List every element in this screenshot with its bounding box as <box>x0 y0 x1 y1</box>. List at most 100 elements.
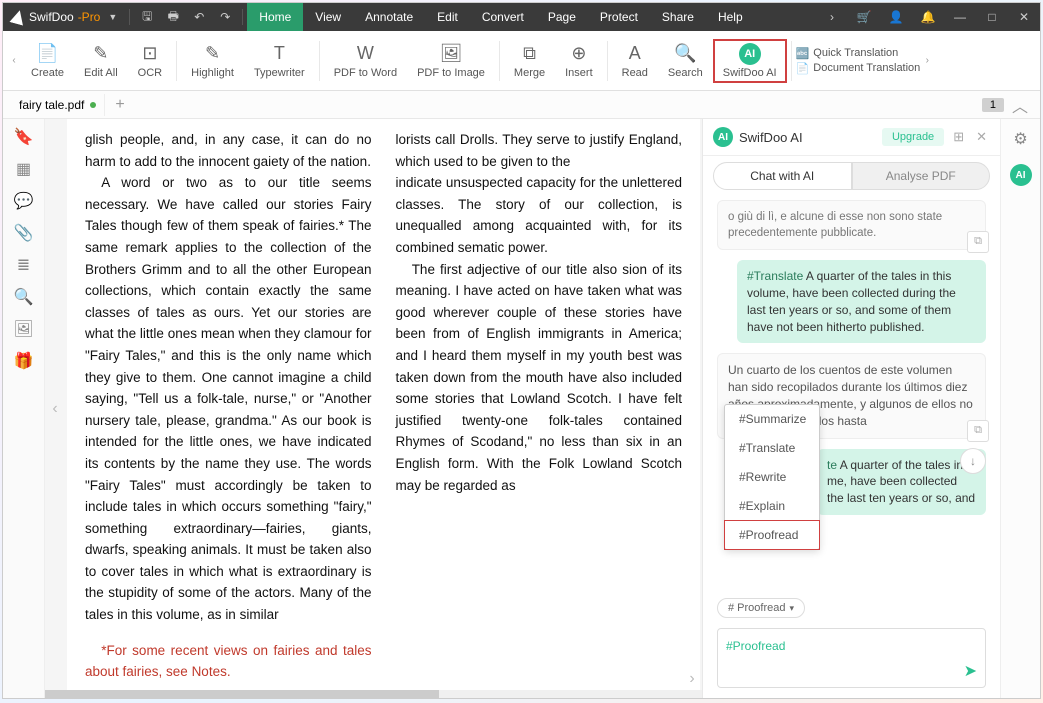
ribbon-next[interactable]: › <box>920 55 934 66</box>
upgrade-button[interactable]: Upgrade <box>882 128 944 146</box>
text-fragment: glish people, and, in any case, it can d… <box>85 129 372 172</box>
ribbon-swifdoo-ai[interactable]: AISwifDoo AI <box>713 39 787 83</box>
menu-view[interactable]: View <box>303 3 353 31</box>
menu-home[interactable]: Home <box>247 3 303 31</box>
bell-icon[interactable]: 🔔 <box>912 10 944 24</box>
insert-icon: ⊕ <box>568 43 590 65</box>
tabbar: fairy tale.pdf + 1 ︿ <box>3 91 1040 119</box>
close-icon[interactable]: ✕ <box>1008 10 1040 24</box>
chip-proofread[interactable]: # Proofread▾ <box>717 598 805 618</box>
pin-icon[interactable]: ⊞ <box>950 129 967 145</box>
ribbon-insert[interactable]: ⊕Insert <box>555 39 603 83</box>
ribbon-highlight[interactable]: ✎Highlight <box>181 39 244 83</box>
chat-input[interactable]: #Proofread ➤ <box>717 628 986 688</box>
user-icon[interactable]: 👤 <box>880 10 912 24</box>
thumbnails-icon[interactable]: ▦ <box>14 159 34 179</box>
dropdown-item-summarize[interactable]: #Summarize <box>725 405 819 434</box>
cart-icon[interactable]: 🛒 <box>848 10 880 24</box>
tab-analyse-pdf[interactable]: Analyse PDF <box>852 162 991 190</box>
ai-tabs: Chat with AI Analyse PDF <box>703 156 1000 196</box>
bookmark-icon[interactable]: 🔖 <box>14 127 34 147</box>
menu-help[interactable]: Help <box>706 3 755 31</box>
page-next[interactable]: › <box>682 670 702 688</box>
tab-chat-with-ai[interactable]: Chat with AI <box>713 162 852 190</box>
ribbon-typewriter[interactable]: TTypewriter <box>244 39 315 83</box>
image-sidebar-icon[interactable]: 🖼 <box>14 319 34 339</box>
menu-protect[interactable]: Protect <box>588 3 650 31</box>
ribbon-pdf-to-word[interactable]: WPDF to Word <box>324 39 407 83</box>
dropdown-item-translate[interactable]: #Translate <box>725 434 819 463</box>
gift-icon[interactable]: 🎁 <box>14 351 34 371</box>
dropdown-item-explain[interactable]: #Explain <box>725 492 819 521</box>
message-tag: #Translate <box>747 269 803 283</box>
collapse-ribbon-icon[interactable]: ︿ <box>1008 93 1032 117</box>
ai-logo-icon: AI <box>713 127 733 147</box>
document-translation[interactable]: 📄Document Translation <box>796 62 921 75</box>
dropdown-item-rewrite[interactable]: #Rewrite <box>725 463 819 492</box>
save-icon[interactable]: 🖫 <box>134 7 160 28</box>
chat-message-bot: Un cuarto de los cuentos de este volumen… <box>717 353 986 438</box>
page-prev[interactable]: ‹ <box>45 119 65 698</box>
chat-area: o giù di lì, e alcune di esse non sono s… <box>703 196 1000 594</box>
typewriter-icon: T <box>268 43 290 65</box>
text-fragment: indicate unsuspected capacity for the un… <box>396 172 683 258</box>
ribbon-edit-all[interactable]: ✎Edit All <box>74 39 128 83</box>
menu-annotate[interactable]: Annotate <box>353 3 425 31</box>
copy-icon[interactable]: ⧉ <box>967 420 989 442</box>
translate-icon: 🔤 <box>796 47 810 60</box>
pdf-page[interactable]: glish people, and, in any case, it can d… <box>67 119 700 698</box>
highlight-icon: ✎ <box>202 43 224 65</box>
file-tab[interactable]: fairy tale.pdf <box>11 94 105 116</box>
ai-sidebar-icon[interactable]: AI <box>1009 163 1033 187</box>
print-icon[interactable]: 🖶 <box>160 7 186 28</box>
scroll-down-button[interactable]: ↓ <box>960 448 986 474</box>
dropdown-item-proofread[interactable]: #Proofread <box>724 520 820 551</box>
message-tag: te <box>827 458 837 472</box>
doc-translate-icon: 📄 <box>796 62 810 75</box>
copy-icon[interactable]: ⧉ <box>967 231 989 253</box>
ai-panel-title: SwifDoo AI <box>739 130 876 145</box>
redo-icon[interactable]: ↷ <box>212 10 238 24</box>
menu-share[interactable]: Share <box>650 3 706 31</box>
menu-page[interactable]: Page <box>536 3 588 31</box>
horizontal-scrollbar[interactable] <box>45 690 702 698</box>
ribbon-pdf-to-image[interactable]: 🖼PDF to Image <box>407 39 495 83</box>
attachments-icon[interactable]: 📎 <box>14 223 34 243</box>
app-suffix: -Pro <box>78 10 101 24</box>
menu-edit[interactable]: Edit <box>425 3 470 31</box>
tab-label: fairy tale.pdf <box>19 98 84 112</box>
minimize-icon[interactable]: — <box>944 10 976 24</box>
document-viewer: ‹ glish people, and, in any case, it can… <box>45 119 702 698</box>
merge-icon: ⧉ <box>519 43 541 65</box>
app-logo: SwifDoo-Pro ▼ <box>3 10 125 24</box>
send-button[interactable]: ➤ <box>964 661 977 681</box>
create-icon: 📄 <box>37 43 59 65</box>
nav-right-icon[interactable]: › <box>816 10 848 24</box>
quick-translation[interactable]: 🔤Quick Translation <box>796 47 921 60</box>
close-panel-icon[interactable]: ✕ <box>973 129 990 145</box>
maximize-icon[interactable]: □ <box>976 10 1008 24</box>
dropdown-icon[interactable]: ▼ <box>108 12 117 22</box>
ocr-icon: ⊡ <box>139 43 161 65</box>
layers-icon[interactable]: ≣ <box>14 255 34 275</box>
menu-convert[interactable]: Convert <box>470 3 536 31</box>
swifdoo-icon <box>9 8 26 25</box>
comments-icon[interactable]: 💬 <box>14 191 34 211</box>
ribbon-search[interactable]: 🔍Search <box>658 39 713 83</box>
sidebar-right: ⚙ AI <box>1000 119 1040 698</box>
chat-message-user: #Translate A quarter of the tales in thi… <box>737 260 986 343</box>
new-tab-button[interactable]: + <box>105 96 134 114</box>
ribbon-merge[interactable]: ⧉Merge <box>504 39 555 83</box>
titlebar: SwifDoo-Pro ▼ 🖫 🖶 ↶ ↷ Home View Annotate… <box>3 3 1040 31</box>
ribbon-ocr[interactable]: ⊡OCR <box>128 39 172 83</box>
ribbon-prev[interactable]: ‹ <box>7 55 21 66</box>
ribbon-read[interactable]: ARead <box>612 39 658 83</box>
settings-slider-icon[interactable]: ⚙ <box>1009 127 1033 151</box>
ribbon: ‹ 📄Create ✎Edit All ⊡OCR ✎Highlight TTyp… <box>3 31 1040 91</box>
search-sidebar-icon[interactable]: 🔍 <box>14 287 34 307</box>
read-icon: A <box>624 43 646 65</box>
text-fragment: lorists call Drolls. They serve to justi… <box>396 129 683 172</box>
undo-icon[interactable]: ↶ <box>186 10 212 24</box>
ribbon-create[interactable]: 📄Create <box>21 39 74 83</box>
page-indicator[interactable]: 1 <box>982 98 1004 112</box>
